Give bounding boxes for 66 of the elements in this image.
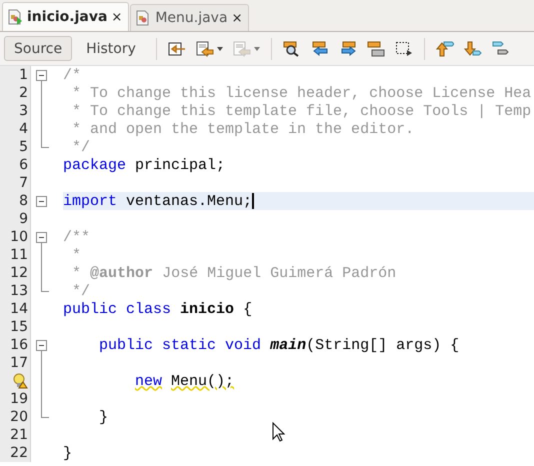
- line-number: 4: [19, 121, 28, 137]
- tag-icon: [492, 40, 510, 56]
- code-line: public static void main(String[] args) {: [98, 336, 460, 354]
- fold-toggle[interactable]: [36, 70, 47, 81]
- document-arrow-icon: [196, 40, 214, 56]
- line-number: 1: [19, 67, 28, 83]
- tab-label: inicio.java: [27, 9, 108, 25]
- code-line: }: [63, 444, 72, 462]
- line-number: 8: [19, 193, 28, 209]
- code-line: * To change this template file, choose Tools | Temp: [71, 102, 532, 120]
- left-arrow-icon: [310, 40, 329, 56]
- down-arrow-icon: [464, 40, 482, 56]
- close-icon[interactable]: ×: [111, 10, 122, 24]
- fold-toggle[interactable]: [36, 232, 47, 243]
- caret-icon: [254, 46, 260, 50]
- file-tab[interactable]: inicio.java ×: [2, 2, 130, 31]
- line-number: 16: [10, 337, 28, 353]
- line-number: 20: [10, 409, 28, 425]
- fold-toggle[interactable]: [36, 340, 47, 351]
- tab-label: Menu.java: [155, 10, 228, 26]
- document-arrow-icon: [232, 40, 251, 56]
- line-number: 22: [10, 445, 28, 461]
- code-line: import ventanas.Menu;: [63, 192, 252, 210]
- lightbulb-warning-icon[interactable]: [12, 373, 28, 389]
- code-line: */: [71, 138, 90, 156]
- search-icon: [282, 40, 301, 56]
- code-line: }: [98, 408, 108, 426]
- line-number: 2: [19, 85, 28, 101]
- line-number: 10: [10, 229, 28, 245]
- code-line: *: [71, 246, 82, 264]
- mouse-pointer-icon: [272, 422, 285, 442]
- code-line: * and open the template in the editor.: [71, 120, 414, 138]
- fold-toggle[interactable]: [36, 196, 47, 207]
- file-tab[interactable]: Menu.java ×: [130, 4, 250, 31]
- selection-icon: [394, 40, 413, 56]
- code-line: public class inicio {: [63, 300, 252, 318]
- line-number: 15: [10, 319, 28, 335]
- line-number: 3: [19, 103, 28, 119]
- code-line: * To change this license header, choose License Hea: [71, 84, 532, 102]
- line-number: 13: [10, 283, 28, 299]
- line-number: 9: [19, 211, 28, 227]
- code-line: */: [71, 282, 90, 300]
- line-number: 21: [10, 427, 28, 443]
- line-number: 11: [10, 247, 28, 263]
- caret-icon: [216, 46, 223, 50]
- code-line: /*: [63, 66, 82, 84]
- document-arrow-icon: [168, 40, 186, 56]
- code-line: package principal;: [63, 156, 226, 174]
- close-icon[interactable]: ×: [232, 10, 242, 26]
- java-file-icon: [7, 9, 23, 25]
- java-file-icon: [135, 10, 152, 26]
- view-tab[interactable]: Source: [4, 36, 72, 61]
- up-arrow-icon: [436, 40, 454, 56]
- line-number: 5: [19, 139, 28, 155]
- line-number: 19: [10, 391, 28, 407]
- line-number: 12: [10, 265, 28, 281]
- line-number: 6: [19, 157, 28, 173]
- code-line: * @author José Miguel Guimerá Padrón: [71, 264, 396, 282]
- line-number: 17: [10, 355, 28, 371]
- code-line: new Menu();: [134, 372, 234, 390]
- line-number: 14: [10, 301, 28, 317]
- stacked-bars-icon: [366, 40, 385, 56]
- view-tab[interactable]: History: [76, 36, 146, 61]
- code-line: /**: [63, 228, 90, 246]
- right-arrow-icon: [338, 40, 357, 56]
- line-number: 7: [19, 175, 28, 191]
